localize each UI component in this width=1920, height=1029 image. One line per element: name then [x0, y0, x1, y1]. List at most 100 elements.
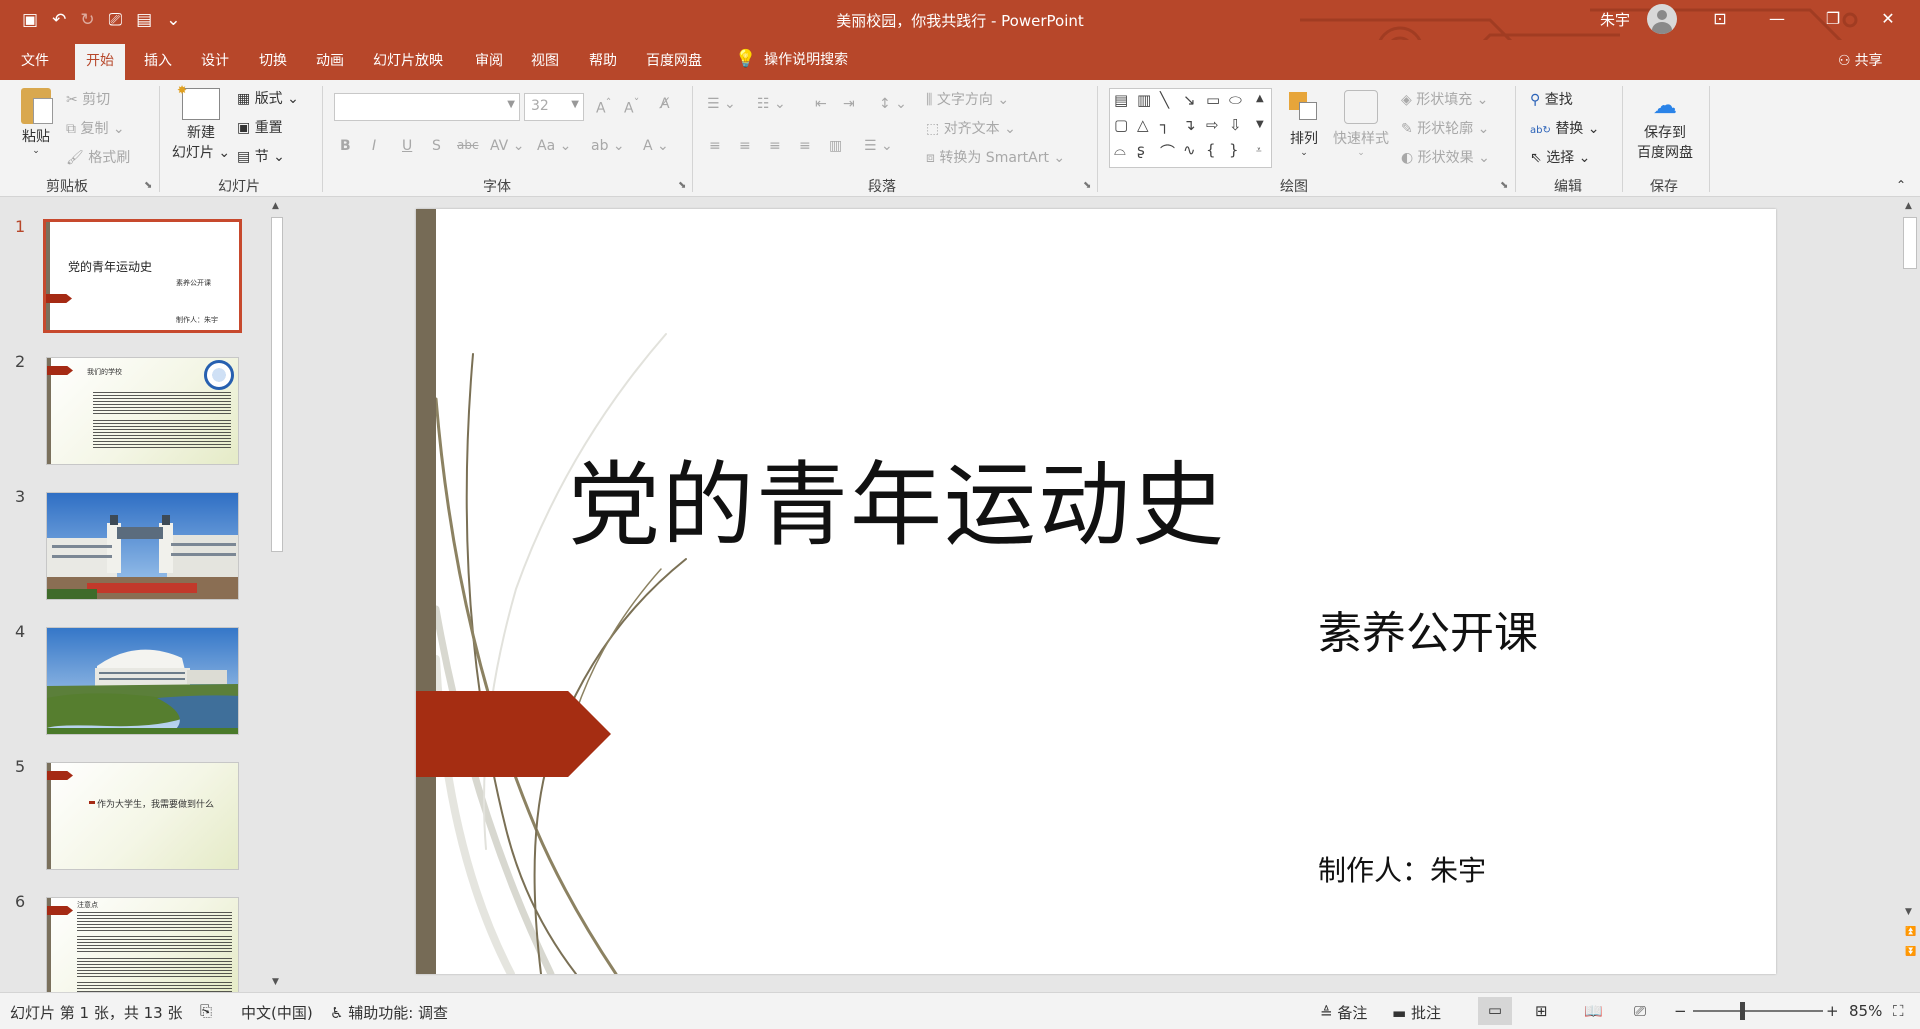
gallery-down-icon[interactable]: ▼ [1256, 119, 1264, 130]
save-to-baidu-button[interactable]: ☁ 保存到 百度网盘 [1632, 90, 1698, 162]
tab-view[interactable]: 视图 [531, 50, 559, 70]
shape-fill-button[interactable]: ◈ 形状填充 ⌄ [1401, 89, 1488, 109]
select-button[interactable]: ⇖ 选择 ⌄ [1530, 147, 1590, 167]
section-button[interactable]: ▤ 节 ⌄ [237, 146, 285, 166]
slide-thumbnail-5[interactable]: 作为大学生，我需要做到什么 [46, 762, 239, 870]
zoom-out-icon[interactable]: − [1674, 1002, 1687, 1020]
scroll-up-icon[interactable]: ▲ [1905, 201, 1912, 211]
slide-subtitle[interactable]: 素养公开课 [1318, 597, 1538, 661]
text-direction-button[interactable]: ⫼ 文字方向 ⌄ [926, 89, 1009, 109]
arc-icon[interactable]: ⌒ [1160, 141, 1175, 162]
tab-insert[interactable]: 插入 [144, 50, 172, 70]
arrow-line-icon[interactable]: ↘ [1183, 91, 1196, 109]
line-icon[interactable]: ╲ [1160, 91, 1169, 109]
previous-slide-icon[interactable]: ⏫ [1905, 927, 1916, 937]
thumbnail-scrollbar[interactable]: ▲ ▼ [268, 197, 286, 992]
line-spacing-icon[interactable]: ↕ ⌄ [879, 96, 907, 112]
decrease-indent-icon[interactable]: ⇤ [815, 96, 827, 112]
next-slide-icon[interactable]: ⏬ [1905, 947, 1916, 957]
smartart-button[interactable]: ⧈ 转换为 SmartArt ⌄ [926, 147, 1065, 167]
slide-sorter-icon[interactable]: ⊞ [1535, 1002, 1548, 1020]
rounded-rect-icon[interactable]: ▢ [1114, 116, 1128, 134]
zoom-slider[interactable] [1693, 1010, 1823, 1012]
zoom-level[interactable]: 85% [1849, 1002, 1882, 1020]
tab-review[interactable]: 审阅 [475, 50, 503, 70]
slide-thumbnail-2[interactable]: 我们的学校 [46, 357, 239, 465]
slide-thumbnail-1[interactable]: 党的青年运动史 素养公开课 制作人：朱宇 [43, 219, 242, 333]
scroll-up-icon[interactable]: ▲ [272, 201, 279, 211]
slide-thumbnail-4[interactable] [46, 627, 239, 735]
gallery-more-icon[interactable]: ⩡ [1256, 145, 1262, 156]
tab-home[interactable]: 开始 [75, 44, 125, 80]
comments-button[interactable]: ▬ 批注 [1392, 1002, 1441, 1023]
tab-design[interactable]: 设计 [201, 50, 229, 70]
cut-button[interactable]: ✂ 剪切 [66, 89, 110, 109]
notes-button[interactable]: ≜ 备注 [1320, 1002, 1367, 1023]
new-slide-button[interactable]: ✸ 新建 幻灯片 ⌄ [170, 83, 232, 162]
clipboard-launcher-icon[interactable]: ⬊ [144, 180, 152, 191]
align-center-icon[interactable]: ≡ [739, 138, 751, 154]
copy-button[interactable]: ⧉ 复制 ⌄ [66, 118, 125, 138]
align-text-button[interactable]: ⬚ 对齐文本 ⌄ [926, 118, 1016, 138]
shape-outline-button[interactable]: ✎ 形状轮廓 ⌄ [1401, 118, 1489, 138]
collapse-ribbon-icon[interactable]: ⌃ [1896, 178, 1906, 192]
increase-font-icon[interactable]: Aˆ [596, 96, 611, 117]
user-name[interactable]: 朱宇 [1600, 9, 1630, 30]
elbow-connector-icon[interactable]: ┐ [1160, 116, 1169, 134]
char-spacing-icon[interactable]: AV ⌄ [490, 138, 524, 154]
tab-baidu[interactable]: 百度网盘 [646, 50, 702, 70]
gallery-up-icon[interactable]: ▲ [1256, 93, 1264, 104]
tab-transitions[interactable]: 切换 [259, 50, 287, 70]
shadow-icon[interactable]: S [432, 138, 441, 154]
font-size-input[interactable]: 32 ▼ [524, 93, 584, 121]
rectangle-icon[interactable]: ▭ [1206, 91, 1220, 109]
tell-me-search[interactable]: 💡 操作说明搜索 [735, 49, 848, 69]
curve-icon[interactable]: ∿ [1183, 141, 1196, 159]
align-right-icon[interactable]: ≡ [769, 138, 781, 154]
highlight-icon[interactable]: ab ⌄ [591, 138, 625, 154]
slide-thumbnail-3[interactable] [46, 492, 239, 600]
numbering-icon[interactable]: ☷ ⌄ [757, 96, 786, 112]
accessibility-status[interactable]: ♿ 辅助功能: 调查 [330, 1002, 448, 1023]
shape-effects-button[interactable]: ◐ 形状效果 ⌄ [1401, 147, 1490, 167]
underline-icon[interactable]: U [402, 138, 412, 154]
strikethrough-icon[interactable]: abc [457, 138, 479, 152]
clear-format-icon[interactable]: A̸ [660, 96, 670, 112]
change-case-icon[interactable]: Aa ⌄ [537, 138, 571, 154]
close-icon[interactable]: ✕ [1868, 4, 1908, 34]
zoom-slider-knob[interactable] [1740, 1002, 1745, 1020]
scroll-thumb[interactable] [1903, 217, 1917, 269]
reading-view-icon[interactable]: 📖 [1584, 1002, 1603, 1020]
bullets-icon[interactable]: ☰ ⌄ [707, 96, 736, 112]
restore-icon[interactable]: ❐ [1813, 4, 1853, 34]
shapes-gallery[interactable]: ▤ ▥ ╲ ↘ ▭ ⬭ ▢ △ ┐ ↴ ⇨ ⇩ ⌓ ʂ ⌒ ∿ { } ▲ ▼ … [1109, 88, 1272, 168]
slide-canvas[interactable]: 党的青年运动史 素养公开课 制作人：朱宇 [416, 209, 1776, 974]
tab-file[interactable]: 文件 [21, 50, 49, 70]
fit-to-window-icon[interactable]: ⛶ [1893, 1002, 1904, 1020]
language-status[interactable]: 中文(中国) [241, 1002, 313, 1023]
triangle-icon[interactable]: △ [1137, 116, 1149, 134]
oval-icon[interactable]: ⬭ [1229, 91, 1242, 109]
format-painter-button[interactable]: 🖌 格式刷 [66, 147, 130, 167]
tab-help[interactable]: 帮助 [589, 50, 617, 70]
paragraph-launcher-icon[interactable]: ⬊ [1083, 180, 1091, 191]
right-brace-icon[interactable]: } [1229, 141, 1239, 159]
share-button[interactable]: ⚇ 共享 [1838, 50, 1883, 70]
slideshow-icon[interactable]: ⎚ [1634, 1002, 1646, 1020]
italic-icon[interactable]: I [372, 138, 376, 154]
normal-view-icon[interactable]: ▭ [1478, 997, 1512, 1025]
scroll-down-icon[interactable]: ▼ [1905, 907, 1912, 917]
decrease-font-icon[interactable]: Aˇ [624, 96, 639, 117]
scribble-icon[interactable]: ʂ [1137, 141, 1145, 159]
align-vertical-icon[interactable]: ☰ ⌄ [864, 138, 893, 154]
ribbon-display-options-icon[interactable]: ⊡ [1700, 4, 1740, 34]
drawing-launcher-icon[interactable]: ⬊ [1500, 180, 1508, 191]
elbow-arrow-icon[interactable]: ↴ [1183, 116, 1196, 134]
zoom-in-icon[interactable]: + [1826, 1002, 1839, 1020]
slide-thumbnail-6[interactable]: 注意点 [46, 897, 239, 992]
find-button[interactable]: ⚲ 查找 [1530, 89, 1573, 109]
font-launcher-icon[interactable]: ⬊ [678, 180, 686, 191]
vertical-textbox-icon[interactable]: ▥ [1137, 91, 1151, 109]
spelling-icon[interactable]: ⎘ [200, 1002, 212, 1020]
scroll-thumb[interactable] [271, 217, 283, 552]
